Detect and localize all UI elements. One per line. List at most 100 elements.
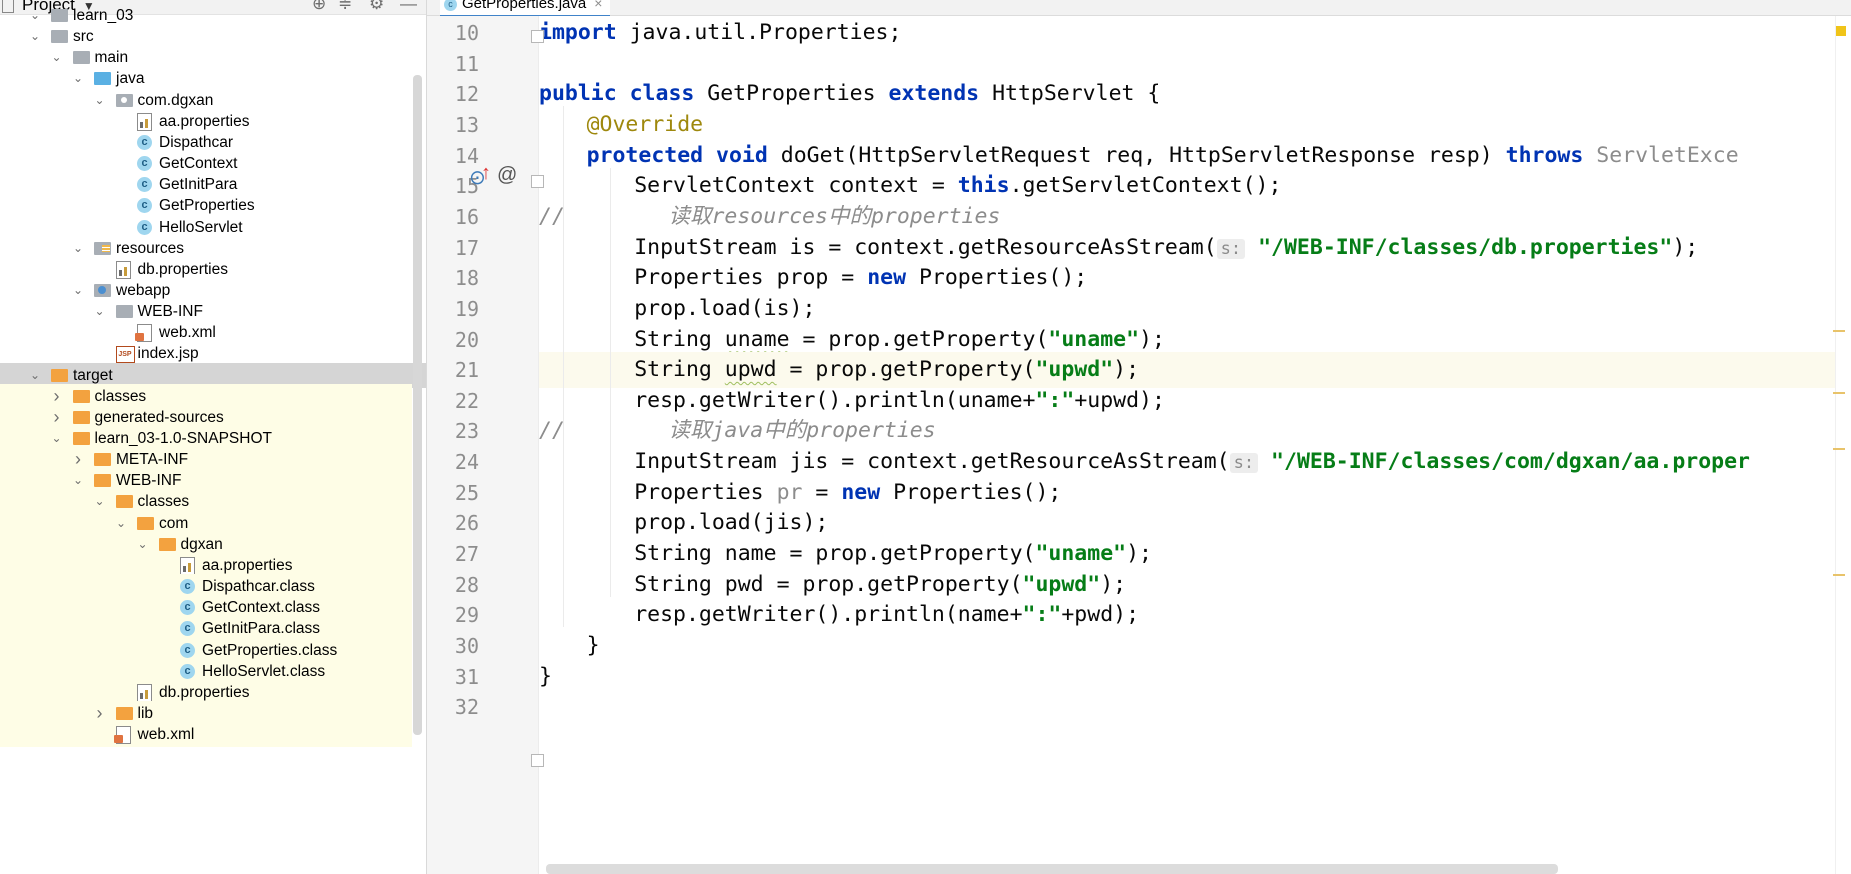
indent-guide bbox=[562, 106, 564, 628]
excluded-folder-icon bbox=[115, 495, 133, 509]
tree-item-label: db.properties bbox=[159, 683, 250, 701]
arrow-up-icon: ↑ bbox=[481, 162, 491, 184]
excluded-folder-icon bbox=[115, 706, 133, 720]
properties-file-icon bbox=[137, 112, 152, 131]
code-token: this bbox=[957, 173, 1010, 199]
code-token: upwd bbox=[724, 357, 777, 383]
code-token: "upwd" bbox=[1022, 571, 1101, 597]
java-class-icon: c bbox=[137, 219, 152, 235]
annotation-icon[interactable]: @ bbox=[497, 164, 517, 187]
code-token: +pwd); bbox=[1061, 602, 1140, 628]
code-token: extends bbox=[888, 81, 980, 107]
tree-item-label: WEB-INF bbox=[137, 303, 203, 321]
tree-item-label: main bbox=[94, 49, 129, 67]
tree-item-label: db.properties bbox=[137, 260, 228, 278]
code-token: resp.getWriter().println(name+ bbox=[634, 602, 1023, 628]
tab-label: GetProperties.java bbox=[462, 0, 587, 12]
code-token: pr bbox=[776, 479, 803, 505]
code-token: "uname" bbox=[1035, 541, 1127, 567]
code-token: Properties(); bbox=[880, 479, 1062, 505]
code-token: ); bbox=[1139, 326, 1165, 352]
tree-item-label: GetContext bbox=[159, 155, 238, 173]
code-token: resp.getWriter().println(uname+ bbox=[634, 387, 1036, 413]
parameter-hint: s: bbox=[1216, 238, 1246, 259]
tree-item-label: web.xml bbox=[137, 726, 195, 744]
fold-marker-icon[interactable] bbox=[531, 175, 544, 188]
tree-item-label: webapp bbox=[116, 281, 171, 299]
folder-icon bbox=[51, 9, 68, 22]
code-token: .getServletContext(); bbox=[1009, 173, 1282, 199]
code-token: ":" bbox=[1022, 602, 1062, 628]
tree-item-label: GetContext.class bbox=[202, 599, 321, 617]
code-token: Properties bbox=[634, 479, 777, 505]
tree-item-label: aa.properties bbox=[202, 556, 293, 574]
line-number: 32 bbox=[454, 695, 479, 720]
tree-item-label: HelloServlet.class bbox=[202, 662, 326, 680]
properties-file-icon bbox=[115, 260, 131, 279]
code-token: String bbox=[634, 326, 725, 352]
fold-marker-icon[interactable] bbox=[531, 30, 544, 43]
code-token: throws bbox=[1505, 142, 1584, 168]
package-icon bbox=[115, 93, 133, 107]
java-class-icon: c bbox=[180, 663, 195, 679]
tree-item-label: aa.properties bbox=[159, 112, 250, 130]
folder-icon bbox=[72, 51, 90, 65]
java-class-icon: c bbox=[180, 600, 195, 616]
code-token: String name = prop.getProperty( bbox=[634, 541, 1036, 567]
horizontal-scrollbar[interactable] bbox=[546, 864, 1558, 874]
warning-stripe-mark[interactable] bbox=[1833, 448, 1845, 450]
tree-item-label: GetProperties.class bbox=[202, 641, 338, 659]
warning-indicator-icon[interactable] bbox=[1836, 26, 1846, 36]
excluded-folder-icon bbox=[51, 368, 68, 382]
tree-scrollbar[interactable] bbox=[413, 75, 422, 735]
warning-stripe-mark[interactable] bbox=[1833, 392, 1845, 394]
jsp-file-icon: JSP bbox=[115, 346, 135, 364]
warning-stripe-mark[interactable] bbox=[1833, 574, 1845, 576]
indent-guide bbox=[610, 167, 612, 597]
excluded-folder-icon bbox=[72, 410, 90, 424]
close-icon[interactable]: × bbox=[594, 0, 602, 11]
tree-item-label: resources bbox=[116, 239, 185, 257]
code-token: String bbox=[634, 357, 725, 383]
xml-file-icon bbox=[113, 726, 131, 745]
error-stripe[interactable] bbox=[1835, 16, 1851, 874]
tree-item-label: generated-sources bbox=[94, 408, 224, 426]
tree-item-label: META-INF bbox=[116, 451, 189, 469]
warning-stripe-mark[interactable] bbox=[1833, 330, 1845, 332]
code-token: GetProperties bbox=[694, 81, 889, 107]
tree-item-label: classes bbox=[137, 493, 190, 511]
tree-item-label: GetProperties bbox=[159, 197, 255, 215]
tree-item-label: lib bbox=[137, 704, 154, 722]
folder-icon bbox=[115, 305, 133, 319]
code-token: new bbox=[841, 479, 881, 505]
java-class-icon: c bbox=[180, 579, 195, 595]
code-token: String pwd = prop.getProperty( bbox=[634, 571, 1023, 597]
tree-item[interactable]: web.xml bbox=[0, 722, 412, 748]
code-token: Properties(); bbox=[906, 265, 1088, 291]
java-class-icon: c bbox=[444, 0, 457, 11]
code-token: ServletExce bbox=[1583, 142, 1739, 168]
properties-file-icon bbox=[137, 683, 152, 702]
tree-item-label: GetInitPara.class bbox=[202, 620, 321, 638]
tree-item-label: Dispathcar bbox=[159, 133, 234, 151]
code-token: InputStream is = context.getResourceAsSt… bbox=[634, 234, 1217, 260]
editor-tab-bar: c GetProperties.java × bbox=[427, 0, 1851, 18]
code-token: = prop.getProperty( bbox=[789, 326, 1049, 352]
code-token: ":" bbox=[1035, 387, 1075, 413]
tree-item-label: learn_03-1.0-SNAPSHOT bbox=[94, 430, 272, 447]
tree-item-label: classes bbox=[94, 387, 147, 405]
code-token: doGet(HttpServletRequest req, HttpServle… bbox=[767, 142, 1506, 168]
code-editor[interactable]: import java.util.Properties; public class… bbox=[539, 16, 1851, 874]
code-token: HttpServlet { bbox=[979, 81, 1161, 107]
code-token: ); bbox=[1126, 541, 1152, 567]
code-token: "uname" bbox=[1048, 326, 1140, 352]
folder-icon bbox=[51, 30, 68, 44]
code-token: uname bbox=[724, 326, 790, 352]
java-class-icon: c bbox=[137, 198, 152, 214]
code-token: java.util.Properties; bbox=[616, 20, 902, 45]
code-token: // 读取java中的properties bbox=[539, 418, 936, 444]
fold-marker-icon[interactable] bbox=[531, 754, 544, 767]
tree-item-label: Dispathcar.class bbox=[202, 578, 315, 596]
code-token: prop.load(jis); bbox=[634, 510, 829, 536]
code-line[interactable] bbox=[539, 689, 1851, 725]
